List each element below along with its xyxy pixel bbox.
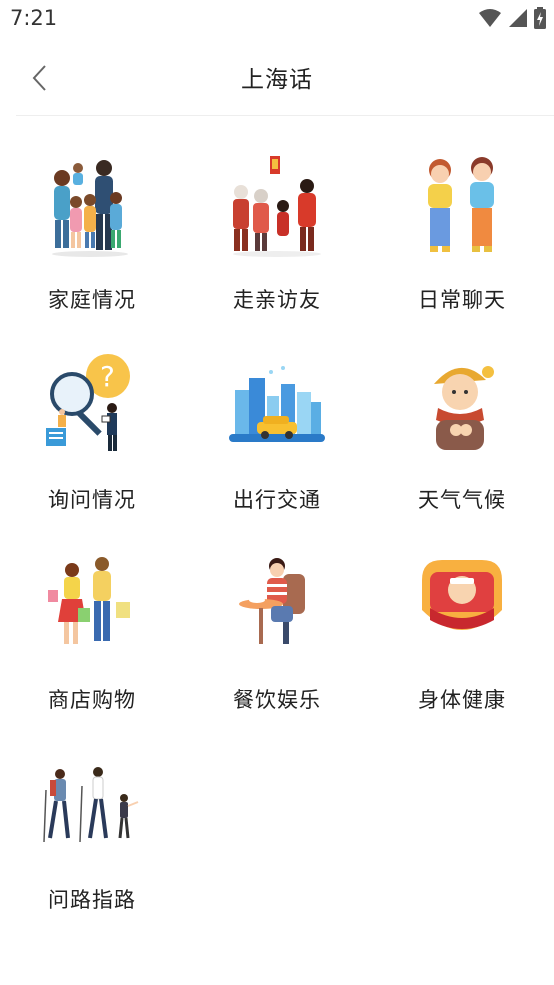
shopping-illustration-icon — [48, 557, 130, 644]
category-item-transport[interactable]: 出行交通 — [185, 340, 369, 530]
category-item-visiting-relatives[interactable]: 走亲访友 — [185, 140, 369, 330]
header-divider — [16, 115, 554, 116]
status-time: 7:21 — [10, 6, 58, 30]
category-label: 家庭情况 — [48, 288, 136, 312]
category-label: 商店购物 — [48, 688, 136, 712]
visiting-relatives-illustration-icon — [233, 156, 321, 257]
directions-illustration-icon — [43, 767, 139, 843]
status-bar: 7:21 — [0, 0, 554, 38]
category-item-inquiry[interactable]: ? 询问情况 — [0, 340, 184, 530]
category-label: 出行交通 — [233, 488, 321, 512]
category-item-weather[interactable]: 天气气候 — [370, 340, 554, 530]
inquiry-illustration-icon: ? — [46, 354, 130, 451]
category-label: 天气气候 — [418, 488, 506, 512]
signal-icon — [509, 9, 527, 27]
category-label: 日常聊天 — [418, 288, 506, 312]
category-item-family[interactable]: 家庭情况 — [0, 140, 184, 330]
category-item-daily-chat[interactable]: 日常聊天 — [370, 140, 554, 330]
dining-illustration-icon — [239, 558, 305, 644]
page-title: 上海话 — [241, 67, 313, 93]
category-item-dining[interactable]: 餐饮娱乐 — [185, 540, 369, 730]
svg-text:?: ? — [100, 360, 115, 393]
category-item-directions[interactable]: 问路指路 — [0, 740, 184, 930]
battery-icon — [534, 7, 546, 29]
category-label: 走亲访友 — [233, 288, 321, 312]
category-label: 询问情况 — [48, 488, 136, 512]
daily-chat-illustration-icon — [428, 157, 494, 252]
transport-illustration-icon — [229, 366, 325, 442]
category-item-shopping[interactable]: 商店购物 — [0, 540, 184, 730]
wifi-icon — [479, 9, 501, 27]
category-label: 身体健康 — [418, 688, 506, 712]
category-label: 问路指路 — [48, 888, 136, 912]
category-item-health[interactable]: 身体健康 — [370, 540, 554, 730]
health-illustration-icon — [422, 560, 502, 630]
family-illustration-icon — [52, 160, 128, 257]
weather-illustration-icon — [434, 366, 494, 450]
category-label: 餐饮娱乐 — [233, 688, 321, 712]
app-header: 上海话 — [0, 38, 554, 116]
status-icons — [478, 7, 546, 29]
